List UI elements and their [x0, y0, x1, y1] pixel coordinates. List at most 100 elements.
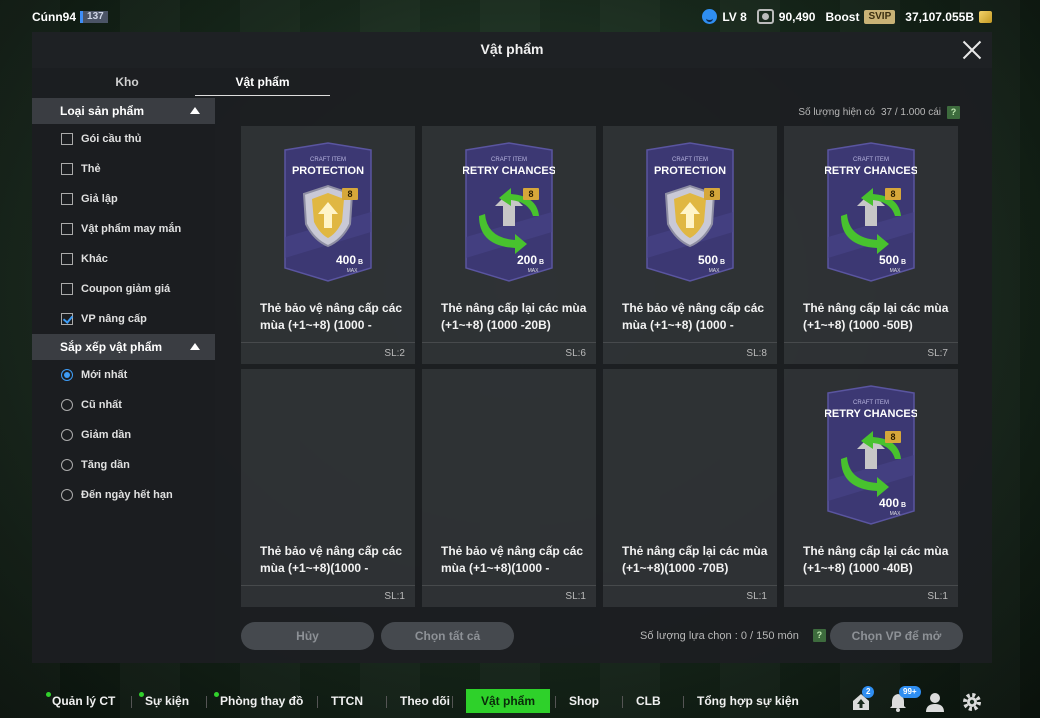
filter-sidebar: Loại sản phẩm Gói cầu thủ Thẻ Giả lập Vật p…: [32, 98, 215, 663]
nav-item-0[interactable]: Quản lý CT: [52, 684, 115, 718]
nav-item-5[interactable]: Vật phẩm: [466, 689, 551, 713]
item-quantity: SL:1: [927, 591, 948, 602]
radio[interactable]: [61, 429, 73, 441]
item-quantity: SL:7: [927, 348, 948, 359]
nav-item-2[interactable]: Phòng thay đồ: [220, 684, 303, 718]
sort-option[interactable]: Giảm dần: [32, 420, 215, 450]
nav-item-4[interactable]: Theo dõi: [400, 684, 450, 718]
item-name: Thẻ nâng cấp lại các mùa (+1~+8) (1000 -…: [803, 544, 949, 575]
filter-option[interactable]: VP nâng cấp: [32, 304, 215, 334]
help-icon[interactable]: ?: [947, 106, 960, 119]
nav-separator: [131, 696, 132, 708]
tab-bar: Kho Vật phẩm: [32, 68, 332, 98]
product-type-header[interactable]: Loại sản phẩm: [32, 98, 215, 124]
smiley-icon: [702, 9, 718, 24]
filter-option[interactable]: Vật phẩm may mắn: [32, 214, 215, 244]
item-card[interactable]: Thẻ bảo vệ nâng cấp các mùa (+1~+8)(1000…: [422, 369, 596, 607]
retry-chances-card-art: CRAFT ITEM RETRY CHANCES 8 500 B MAX: [825, 142, 917, 282]
radio[interactable]: [61, 489, 73, 501]
cancel-button[interactable]: Hủy: [241, 622, 374, 650]
selection-label: Số lượng lựa chọn : 0 / 150 món: [640, 629, 799, 642]
sort-option-label: Đến ngày hết hạn: [81, 489, 173, 501]
checkbox-checked[interactable]: [61, 313, 73, 325]
radio-selected[interactable]: [61, 369, 73, 381]
nav-separator: [206, 696, 207, 708]
gear-icon[interactable]: [961, 691, 983, 713]
card-level: 8: [890, 432, 895, 442]
radio[interactable]: [61, 459, 73, 471]
checkbox[interactable]: [61, 163, 73, 175]
item-name: Thẻ nâng cấp lại các mùa (+1~+8)(1000 -7…: [622, 544, 768, 575]
help-icon[interactable]: ?: [812, 629, 826, 642]
filter-option[interactable]: Thẻ: [32, 154, 215, 184]
bell-icon[interactable]: 99+: [887, 686, 921, 713]
item-card[interactable]: Thẻ nâng cấp lại các mùa (+1~+8)(1000 -7…: [603, 369, 777, 607]
checkbox[interactable]: [61, 253, 73, 265]
profile-icon[interactable]: [924, 691, 946, 713]
item-card[interactable]: CRAFT ITEM RETRY CHANCES 8 400 B MAX Thẻ nâng …: [784, 369, 958, 607]
card-level: 8: [709, 189, 714, 199]
nav-item-3[interactable]: TTCN: [331, 684, 363, 718]
card-price-unit: B: [358, 259, 363, 266]
checkbox[interactable]: [61, 223, 73, 235]
nav-separator: [386, 696, 387, 708]
item-card[interactable]: CRAFT ITEM PROTECTION 8 400 B MAX Thẻ bảo vệ n…: [241, 126, 415, 364]
filter-option[interactable]: Gói cầu thủ: [32, 124, 215, 154]
b-balance: 37,107.055B: [905, 10, 992, 24]
card-price-unit: B: [539, 259, 544, 266]
item-name: Thẻ nâng cấp lại các mùa (+1~+8) (1000 -…: [441, 301, 587, 332]
tab-kho[interactable]: Kho: [62, 68, 192, 96]
item-card[interactable]: CRAFT ITEM PROTECTION 8 500 B MAX Thẻ bảo vệ n…: [603, 126, 777, 364]
card-price: 400: [879, 496, 899, 510]
sort-option[interactable]: Tăng dần: [32, 450, 215, 480]
sort-option-label: Mới nhất: [81, 369, 128, 381]
tab-vat-pham[interactable]: Vật phẩm: [195, 68, 330, 96]
open-items-button[interactable]: Chọn VP để mở: [830, 622, 963, 650]
card-art-title: RETRY CHANCES: [825, 408, 917, 420]
filter-option-label: Coupon giảm giá: [81, 283, 171, 295]
item-name: Thẻ bảo vệ nâng cấp các mùa (+1~+8) (100…: [622, 301, 765, 332]
select-all-button[interactable]: Chọn tất cả: [381, 622, 514, 650]
upload-icon[interactable]: 2: [850, 686, 875, 713]
nav-item-1[interactable]: Sự kiện: [145, 684, 189, 718]
checkbox[interactable]: [61, 133, 73, 145]
sort-option[interactable]: Cũ nhất: [32, 390, 215, 420]
b-coin-icon: [979, 10, 992, 23]
sort-option-label: Cũ nhất: [81, 399, 122, 411]
card-level: 8: [347, 189, 352, 199]
item-card[interactable]: CRAFT ITEM RETRY CHANCES 8 500 B MAX Thẻ nâng …: [784, 126, 958, 364]
card-art-title: PROTECTION: [292, 165, 364, 177]
craft-label: CRAFT ITEM: [672, 157, 708, 163]
item-quantity: SL:1: [384, 591, 405, 602]
radio[interactable]: [61, 399, 73, 411]
filter-option[interactable]: Khác: [32, 244, 215, 274]
checkbox[interactable]: [61, 283, 73, 295]
checkbox[interactable]: [61, 193, 73, 205]
item-card[interactable]: CRAFT ITEM RETRY CHANCES 8 200 B MAX Thẻ nâng …: [422, 126, 596, 364]
item-count: Số lượng hiện có 37 / 1.000 cái ?: [798, 106, 960, 119]
item-quantity: SL:2: [384, 348, 405, 359]
sort-option[interactable]: Đến ngày hết hạn: [32, 480, 215, 510]
b-amount: 37,107.055B: [905, 9, 974, 24]
card-art-title: PROTECTION: [654, 165, 726, 177]
protection-card-art: CRAFT ITEM PROTECTION 8 500 B MAX: [646, 142, 734, 282]
nav-item-8[interactable]: Tổng hợp sự kiện: [697, 684, 799, 718]
item-card[interactable]: Thẻ bảo vệ nâng cấp các mùa (+1~+8)(1000…: [241, 369, 415, 607]
sort-header[interactable]: Sắp xếp vật phẩm: [32, 334, 215, 360]
item-footer: SL:1: [603, 585, 777, 607]
card-max: MAX: [347, 268, 359, 274]
nav-item-6[interactable]: Shop: [569, 684, 599, 718]
item-footer: SL:1: [241, 585, 415, 607]
nav-item-7[interactable]: CLB: [636, 684, 661, 718]
sort-option[interactable]: Mới nhất: [32, 360, 215, 390]
close-icon[interactable]: [960, 38, 984, 62]
filter-option[interactable]: Giả lập: [32, 184, 215, 214]
panel-header: Vật phẩm: [32, 32, 992, 68]
card-art-title: RETRY CHANCES: [463, 165, 555, 177]
notification-badge: 2: [862, 686, 875, 698]
craft-label: CRAFT ITEM: [310, 157, 346, 163]
filter-option[interactable]: Coupon giảm giá: [32, 274, 215, 304]
filter-option-label: Khác: [81, 253, 108, 265]
sort-option-label: Tăng dần: [81, 459, 130, 471]
coin-balance: 90,490: [756, 9, 815, 24]
